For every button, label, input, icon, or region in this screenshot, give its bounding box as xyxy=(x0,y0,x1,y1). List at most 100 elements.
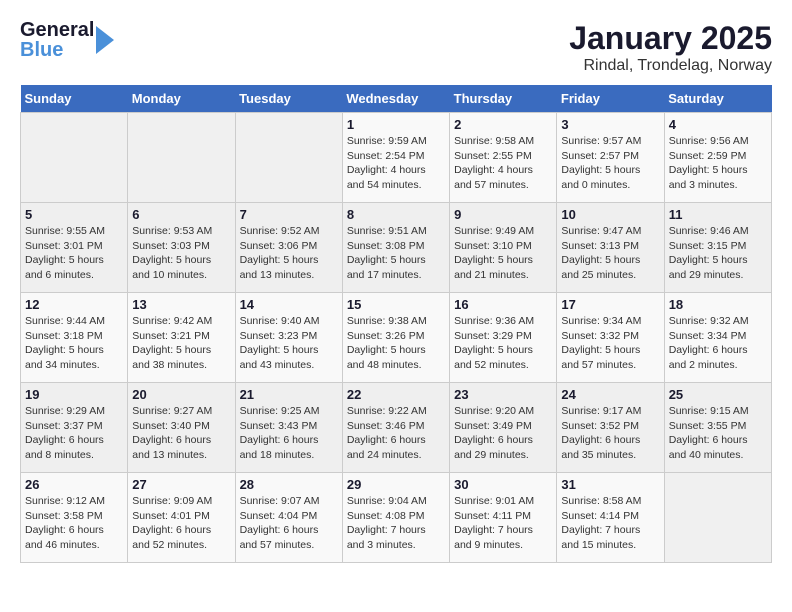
day-detail: Sunrise: 9:55 AM Sunset: 3:01 PM Dayligh… xyxy=(25,224,123,283)
day-number: 29 xyxy=(347,477,445,492)
day-detail: Sunrise: 9:51 AM Sunset: 3:08 PM Dayligh… xyxy=(347,224,445,283)
calendar-cell: 5 Sunrise: 9:55 AM Sunset: 3:01 PM Daylig… xyxy=(21,203,128,293)
day-number: 22 xyxy=(347,387,445,402)
day-number: 8 xyxy=(347,207,445,222)
calendar-cell: 3 Sunrise: 9:57 AM Sunset: 2:57 PM Daylig… xyxy=(557,113,664,203)
day-detail: Sunrise: 9:32 AM Sunset: 3:34 PM Dayligh… xyxy=(669,314,767,373)
logo-general: General xyxy=(20,20,94,40)
day-detail: Sunrise: 9:47 AM Sunset: 3:13 PM Dayligh… xyxy=(561,224,659,283)
calendar-cell: 6 Sunrise: 9:53 AM Sunset: 3:03 PM Daylig… xyxy=(128,203,235,293)
day-number: 28 xyxy=(240,477,338,492)
day-number: 6 xyxy=(132,207,230,222)
day-detail: Sunrise: 9:01 AM Sunset: 4:11 PM Dayligh… xyxy=(454,494,552,553)
calendar-week-row: 5 Sunrise: 9:55 AM Sunset: 3:01 PM Daylig… xyxy=(21,203,772,293)
calendar-cell: 25 Sunrise: 9:15 AM Sunset: 3:55 PM Dayli… xyxy=(664,383,771,473)
calendar-cell: 21Sunrise: 9:25 AM Sunset: 3:43 PM Dayli… xyxy=(235,383,342,473)
day-detail: Sunrise: 9:36 AM Sunset: 3:29 PM Dayligh… xyxy=(454,314,552,373)
calendar-cell: 8 Sunrise: 9:51 AM Sunset: 3:08 PM Daylig… xyxy=(342,203,449,293)
weekday-header-wednesday: Wednesday xyxy=(342,85,449,113)
day-detail: Sunrise: 9:25 AM Sunset: 3:43 PM Dayligh… xyxy=(240,404,338,463)
day-number: 24 xyxy=(561,387,659,402)
calendar-week-row: 1 Sunrise: 9:59 AM Sunset: 2:54 PM Daylig… xyxy=(21,113,772,203)
day-number: 30 xyxy=(454,477,552,492)
day-number: 4 xyxy=(669,117,767,132)
day-detail: Sunrise: 9:53 AM Sunset: 3:03 PM Dayligh… xyxy=(132,224,230,283)
day-detail: Sunrise: 9:49 AM Sunset: 3:10 PM Dayligh… xyxy=(454,224,552,283)
day-number: 23 xyxy=(454,387,552,402)
calendar-cell: 26 Sunrise: 9:12 AM Sunset: 3:58 PM Dayli… xyxy=(21,473,128,563)
day-number: 27 xyxy=(132,477,230,492)
logo: General Blue xyxy=(20,20,114,60)
day-number: 25 xyxy=(669,387,767,402)
day-detail: Sunrise: 9:42 AM Sunset: 3:21 PM Dayligh… xyxy=(132,314,230,373)
day-detail: Sunrise: 9:09 AM Sunset: 4:01 PM Dayligh… xyxy=(132,494,230,553)
page-header: General Blue January 2025 Rindal, Tronde… xyxy=(20,20,772,75)
day-detail: Sunrise: 9:40 AM Sunset: 3:23 PM Dayligh… xyxy=(240,314,338,373)
day-number: 11 xyxy=(669,207,767,222)
day-number: 14 xyxy=(240,297,338,312)
calendar-cell: 29 Sunrise: 9:04 AM Sunset: 4:08 PM Dayli… xyxy=(342,473,449,563)
day-detail: Sunrise: 9:58 AM Sunset: 2:55 PM Dayligh… xyxy=(454,134,552,193)
weekday-header-row: SundayMondayTuesdayWednesdayThursdayFrid… xyxy=(21,85,772,113)
weekday-header-friday: Friday xyxy=(557,85,664,113)
calendar-week-row: 26 Sunrise: 9:12 AM Sunset: 3:58 PM Dayli… xyxy=(21,473,772,563)
calendar-cell: 12Sunrise: 9:44 AM Sunset: 3:18 PM Dayli… xyxy=(21,293,128,383)
title-block: January 2025 Rindal, Trondelag, Norway xyxy=(569,20,772,75)
calendar-cell: 31Sunrise: 8:58 AM Sunset: 4:14 PM Dayli… xyxy=(557,473,664,563)
calendar-cell: 22 Sunrise: 9:22 AM Sunset: 3:46 PM Dayli… xyxy=(342,383,449,473)
calendar-week-row: 12Sunrise: 9:44 AM Sunset: 3:18 PM Dayli… xyxy=(21,293,772,383)
day-detail: Sunrise: 9:15 AM Sunset: 3:55 PM Dayligh… xyxy=(669,404,767,463)
calendar-cell: 20Sunrise: 9:27 AM Sunset: 3:40 PM Dayli… xyxy=(128,383,235,473)
logo-blue: Blue xyxy=(20,40,63,60)
day-number: 5 xyxy=(25,207,123,222)
calendar-table: SundayMondayTuesdayWednesdayThursdayFrid… xyxy=(20,85,772,563)
day-number: 9 xyxy=(454,207,552,222)
day-number: 19 xyxy=(25,387,123,402)
day-number: 26 xyxy=(25,477,123,492)
day-detail: Sunrise: 9:29 AM Sunset: 3:37 PM Dayligh… xyxy=(25,404,123,463)
day-detail: Sunrise: 9:17 AM Sunset: 3:52 PM Dayligh… xyxy=(561,404,659,463)
day-detail: Sunrise: 9:07 AM Sunset: 4:04 PM Dayligh… xyxy=(240,494,338,553)
day-number: 12 xyxy=(25,297,123,312)
calendar-cell: 1 Sunrise: 9:59 AM Sunset: 2:54 PM Daylig… xyxy=(342,113,449,203)
calendar-cell: 27 Sunrise: 9:09 AM Sunset: 4:01 PM Dayli… xyxy=(128,473,235,563)
day-number: 1 xyxy=(347,117,445,132)
day-number: 10 xyxy=(561,207,659,222)
calendar-cell: 10 Sunrise: 9:47 AM Sunset: 3:13 PM Dayli… xyxy=(557,203,664,293)
day-number: 3 xyxy=(561,117,659,132)
calendar-cell: 9 Sunrise: 9:49 AM Sunset: 3:10 PM Daylig… xyxy=(450,203,557,293)
calendar-cell: 14 Sunrise: 9:40 AM Sunset: 3:23 PM Dayli… xyxy=(235,293,342,383)
day-number: 2 xyxy=(454,117,552,132)
day-detail: Sunrise: 9:52 AM Sunset: 3:06 PM Dayligh… xyxy=(240,224,338,283)
calendar-cell xyxy=(128,113,235,203)
day-number: 7 xyxy=(240,207,338,222)
calendar-cell: 13Sunrise: 9:42 AM Sunset: 3:21 PM Dayli… xyxy=(128,293,235,383)
day-detail: Sunrise: 9:59 AM Sunset: 2:54 PM Dayligh… xyxy=(347,134,445,193)
day-detail: Sunrise: 9:20 AM Sunset: 3:49 PM Dayligh… xyxy=(454,404,552,463)
calendar-cell xyxy=(235,113,342,203)
calendar-cell: 30 Sunrise: 9:01 AM Sunset: 4:11 PM Dayli… xyxy=(450,473,557,563)
weekday-header-thursday: Thursday xyxy=(450,85,557,113)
calendar-cell: 28 Sunrise: 9:07 AM Sunset: 4:04 PM Dayli… xyxy=(235,473,342,563)
day-number: 16 xyxy=(454,297,552,312)
day-number: 15 xyxy=(347,297,445,312)
calendar-cell: 7 Sunrise: 9:52 AM Sunset: 3:06 PM Daylig… xyxy=(235,203,342,293)
day-detail: Sunrise: 9:34 AM Sunset: 3:32 PM Dayligh… xyxy=(561,314,659,373)
calendar-cell: 23 Sunrise: 9:20 AM Sunset: 3:49 PM Dayli… xyxy=(450,383,557,473)
calendar-week-row: 19 Sunrise: 9:29 AM Sunset: 3:37 PM Dayli… xyxy=(21,383,772,473)
day-detail: Sunrise: 9:27 AM Sunset: 3:40 PM Dayligh… xyxy=(132,404,230,463)
calendar-cell: 11Sunrise: 9:46 AM Sunset: 3:15 PM Dayli… xyxy=(664,203,771,293)
calendar-cell xyxy=(664,473,771,563)
page-subtitle: Rindal, Trondelag, Norway xyxy=(569,57,772,75)
day-detail: Sunrise: 9:56 AM Sunset: 2:59 PM Dayligh… xyxy=(669,134,767,193)
day-detail: Sunrise: 9:04 AM Sunset: 4:08 PM Dayligh… xyxy=(347,494,445,553)
logo-triangle-icon xyxy=(96,24,114,56)
calendar-cell: 16 Sunrise: 9:36 AM Sunset: 3:29 PM Dayli… xyxy=(450,293,557,383)
day-detail: Sunrise: 9:22 AM Sunset: 3:46 PM Dayligh… xyxy=(347,404,445,463)
calendar-cell: 17Sunrise: 9:34 AM Sunset: 3:32 PM Dayli… xyxy=(557,293,664,383)
day-detail: Sunrise: 8:58 AM Sunset: 4:14 PM Dayligh… xyxy=(561,494,659,553)
day-detail: Sunrise: 9:12 AM Sunset: 3:58 PM Dayligh… xyxy=(25,494,123,553)
weekday-header-sunday: Sunday xyxy=(21,85,128,113)
calendar-cell: 2 Sunrise: 9:58 AM Sunset: 2:55 PM Daylig… xyxy=(450,113,557,203)
day-detail: Sunrise: 9:57 AM Sunset: 2:57 PM Dayligh… xyxy=(561,134,659,193)
